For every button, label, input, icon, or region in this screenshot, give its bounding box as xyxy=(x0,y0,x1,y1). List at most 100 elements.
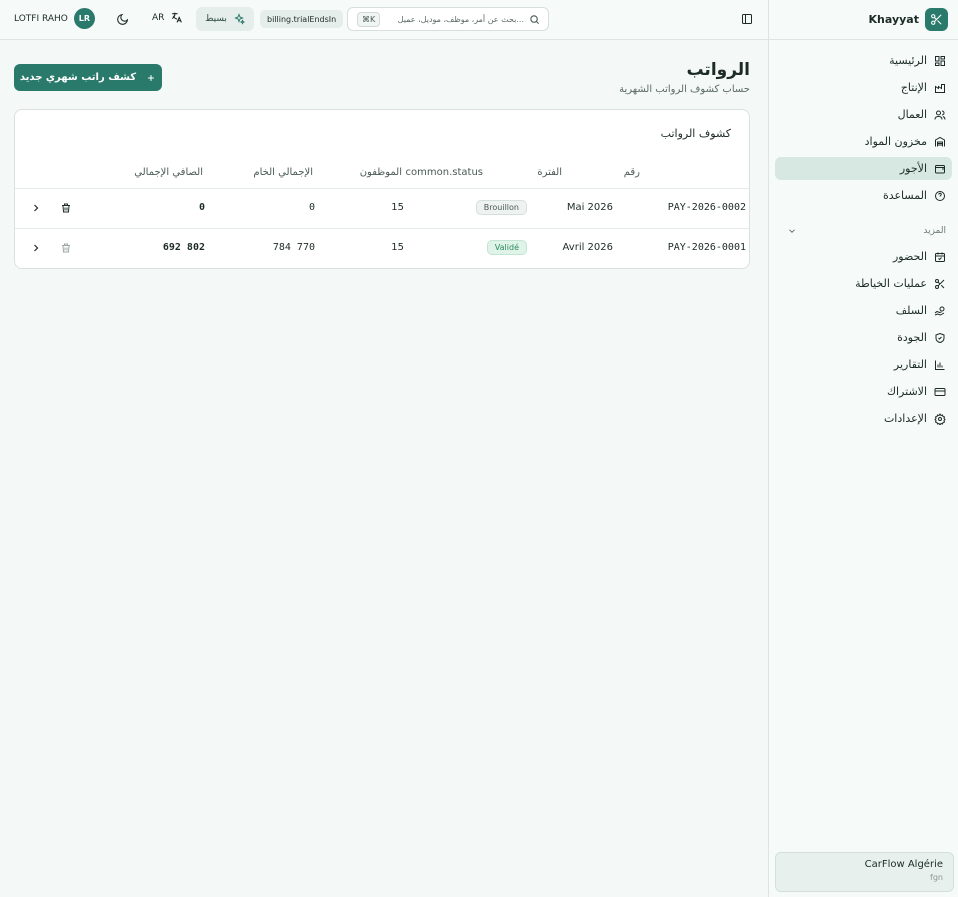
payroll-period: Mai 2026 xyxy=(566,202,613,213)
warehouse-icon xyxy=(935,136,945,146)
sidebar-item-workers[interactable]: العمال xyxy=(775,103,952,126)
sidebar-item-label: الحضور xyxy=(892,250,927,263)
payroll-table: كشوف الرواتب رقم الفترة common.status ال… xyxy=(14,109,750,269)
sidebar-item-payroll[interactable]: الأجور xyxy=(775,157,952,180)
sidebar-item-help[interactable]: المساعدة xyxy=(775,184,952,207)
sidebar-item-label: المساعدة xyxy=(882,189,927,202)
panel-icon xyxy=(741,13,752,24)
users-icon xyxy=(934,110,946,120)
org-subtitle: fgn xyxy=(930,873,943,882)
sidebar-item-attendance[interactable]: الحضور xyxy=(775,245,952,268)
search-input[interactable]: ⌘K بحث عن أمر، موظف، موديل، عميل... xyxy=(347,7,549,31)
credit-card-icon xyxy=(934,387,946,396)
plus-icon xyxy=(148,74,155,81)
sidebar-item-reports[interactable]: التقارير xyxy=(775,353,952,376)
help-icon xyxy=(935,190,945,201)
topbar: LOTFI RAHO LR AR بسيط billing.trialEndsI… xyxy=(0,0,768,40)
sidebar-item-label: عمليات الخياطة xyxy=(855,277,927,290)
payroll-employees: 15 xyxy=(391,242,404,253)
language-switcher[interactable]: AR xyxy=(152,11,183,24)
sidebar-item-subscription[interactable]: الاشتراك xyxy=(775,380,952,403)
column-header-period: الفترة xyxy=(537,167,562,178)
table-row[interactable]: PAY-2026-0001 Avril 2026 Validé 15 784 7… xyxy=(15,228,749,268)
payroll-employees: 15 xyxy=(391,202,404,213)
plan-label: بسيط xyxy=(205,14,227,24)
calendar-check-icon xyxy=(935,252,945,262)
new-payroll-label: كشف راتب شهري جديد xyxy=(19,72,137,83)
payroll-gross: 0 xyxy=(308,202,315,213)
sidebar: Khayyat الرئيسية الإنتاج العمال مخزون ال… xyxy=(768,0,958,897)
sidebar-nav: الرئيسية الإنتاج العمال مخزون المواد الأ… xyxy=(769,40,958,430)
sidebar-item-label: الاشتراك xyxy=(886,385,927,398)
page-title: الرواتب xyxy=(686,60,750,80)
sidebar-item-label: العمال xyxy=(897,108,927,121)
brand-name: Khayyat xyxy=(868,13,919,26)
column-header-status: common.status xyxy=(405,167,483,178)
payroll-gross: 784 770 xyxy=(272,242,315,253)
sidebar-item-sewing-ops[interactable]: عمليات الخياطة xyxy=(775,272,952,295)
trial-badge[interactable]: billing.trialEndsIn xyxy=(260,10,344,28)
scissors-icon xyxy=(935,278,945,289)
scissors-logo-icon xyxy=(925,8,948,31)
avatar: LR xyxy=(73,8,95,29)
plan-badge[interactable]: بسيط xyxy=(196,7,254,31)
dashboard-icon xyxy=(935,55,945,66)
sidebar-item-production[interactable]: الإنتاج xyxy=(775,76,952,99)
organization-switcher[interactable]: CarFlow Algérie fgn xyxy=(775,852,954,892)
sidebar-item-advances[interactable]: السلف xyxy=(775,299,952,322)
bar-chart-icon xyxy=(935,360,945,370)
moon-icon xyxy=(116,13,128,25)
org-name: CarFlow Algérie xyxy=(864,859,943,870)
brand[interactable]: Khayyat xyxy=(769,0,958,40)
language-label: AR xyxy=(152,12,165,23)
hand-coins-icon xyxy=(934,306,945,316)
trash-icon[interactable] xyxy=(60,202,72,214)
sidebar-item-label: الجودة xyxy=(897,331,927,344)
table-row[interactable]: PAY-2026-0002 Mai 2026 Brouillon 15 0 0 xyxy=(15,188,749,228)
theme-toggle-button[interactable] xyxy=(115,12,129,26)
payroll-net: 0 xyxy=(198,202,205,213)
sidebar-item-home[interactable]: الرئيسية xyxy=(775,49,952,72)
status-badge: Validé xyxy=(486,240,527,255)
search-shortcut: ⌘K xyxy=(357,11,381,27)
search-icon xyxy=(530,14,540,24)
sidebar-more-toggle[interactable]: المزيد xyxy=(775,223,952,239)
sidebar-item-quality[interactable]: الجودة xyxy=(775,326,952,349)
translate-icon xyxy=(172,12,183,23)
page-subtitle: حساب كشوف الرواتب الشهرية xyxy=(619,84,750,95)
chevron-right-icon[interactable] xyxy=(30,202,42,214)
gear-icon xyxy=(934,412,946,425)
wallet-icon xyxy=(935,164,945,173)
chevron-down-icon xyxy=(789,229,795,233)
sidebar-item-label: الإعدادات xyxy=(883,412,927,425)
sidebar-item-stock[interactable]: مخزون المواد xyxy=(775,130,952,153)
payroll-number: PAY-2026-0002 xyxy=(667,202,746,213)
user-name: LOTFI RAHO xyxy=(14,13,68,24)
sidebar-item-label: السلف xyxy=(895,304,927,317)
sidebar-item-label: التقارير xyxy=(893,358,927,371)
payroll-number: PAY-2026-0001 xyxy=(667,242,746,253)
column-header-number: رقم xyxy=(623,167,640,178)
sparkles-icon xyxy=(234,13,245,25)
sidebar-item-settings[interactable]: الإعدادات xyxy=(775,407,952,430)
sidebar-item-label: الأجور xyxy=(899,162,927,175)
payroll-net: 692 802 xyxy=(162,242,205,253)
column-header-gross: الإجمالي الخام xyxy=(253,167,313,178)
status-badge: Brouillon xyxy=(475,200,527,215)
payroll-period: Avril 2026 xyxy=(562,242,613,253)
sidebar-item-label: الإنتاج xyxy=(900,81,927,94)
chevron-right-icon[interactable] xyxy=(30,242,42,254)
user-menu[interactable]: LOTFI RAHO LR xyxy=(14,8,95,29)
column-header-net: الصافي الإجمالي xyxy=(134,167,203,178)
table-title: كشوف الرواتب xyxy=(660,127,731,140)
column-header-employees: الموظفون xyxy=(359,167,402,178)
sidebar-item-label: مخزون المواد xyxy=(864,135,927,148)
sidebar-item-label: الرئيسية xyxy=(889,54,927,67)
sidebar-more-label: المزيد xyxy=(923,226,946,236)
new-payroll-button[interactable]: كشف راتب شهري جديد xyxy=(14,64,162,91)
search-placeholder: بحث عن أمر، موظف، موديل، عميل... xyxy=(397,14,524,24)
factory-icon xyxy=(935,83,945,93)
sidebar-toggle-button[interactable] xyxy=(740,12,753,25)
shield-check-icon xyxy=(935,332,945,343)
trash-icon xyxy=(62,243,70,253)
